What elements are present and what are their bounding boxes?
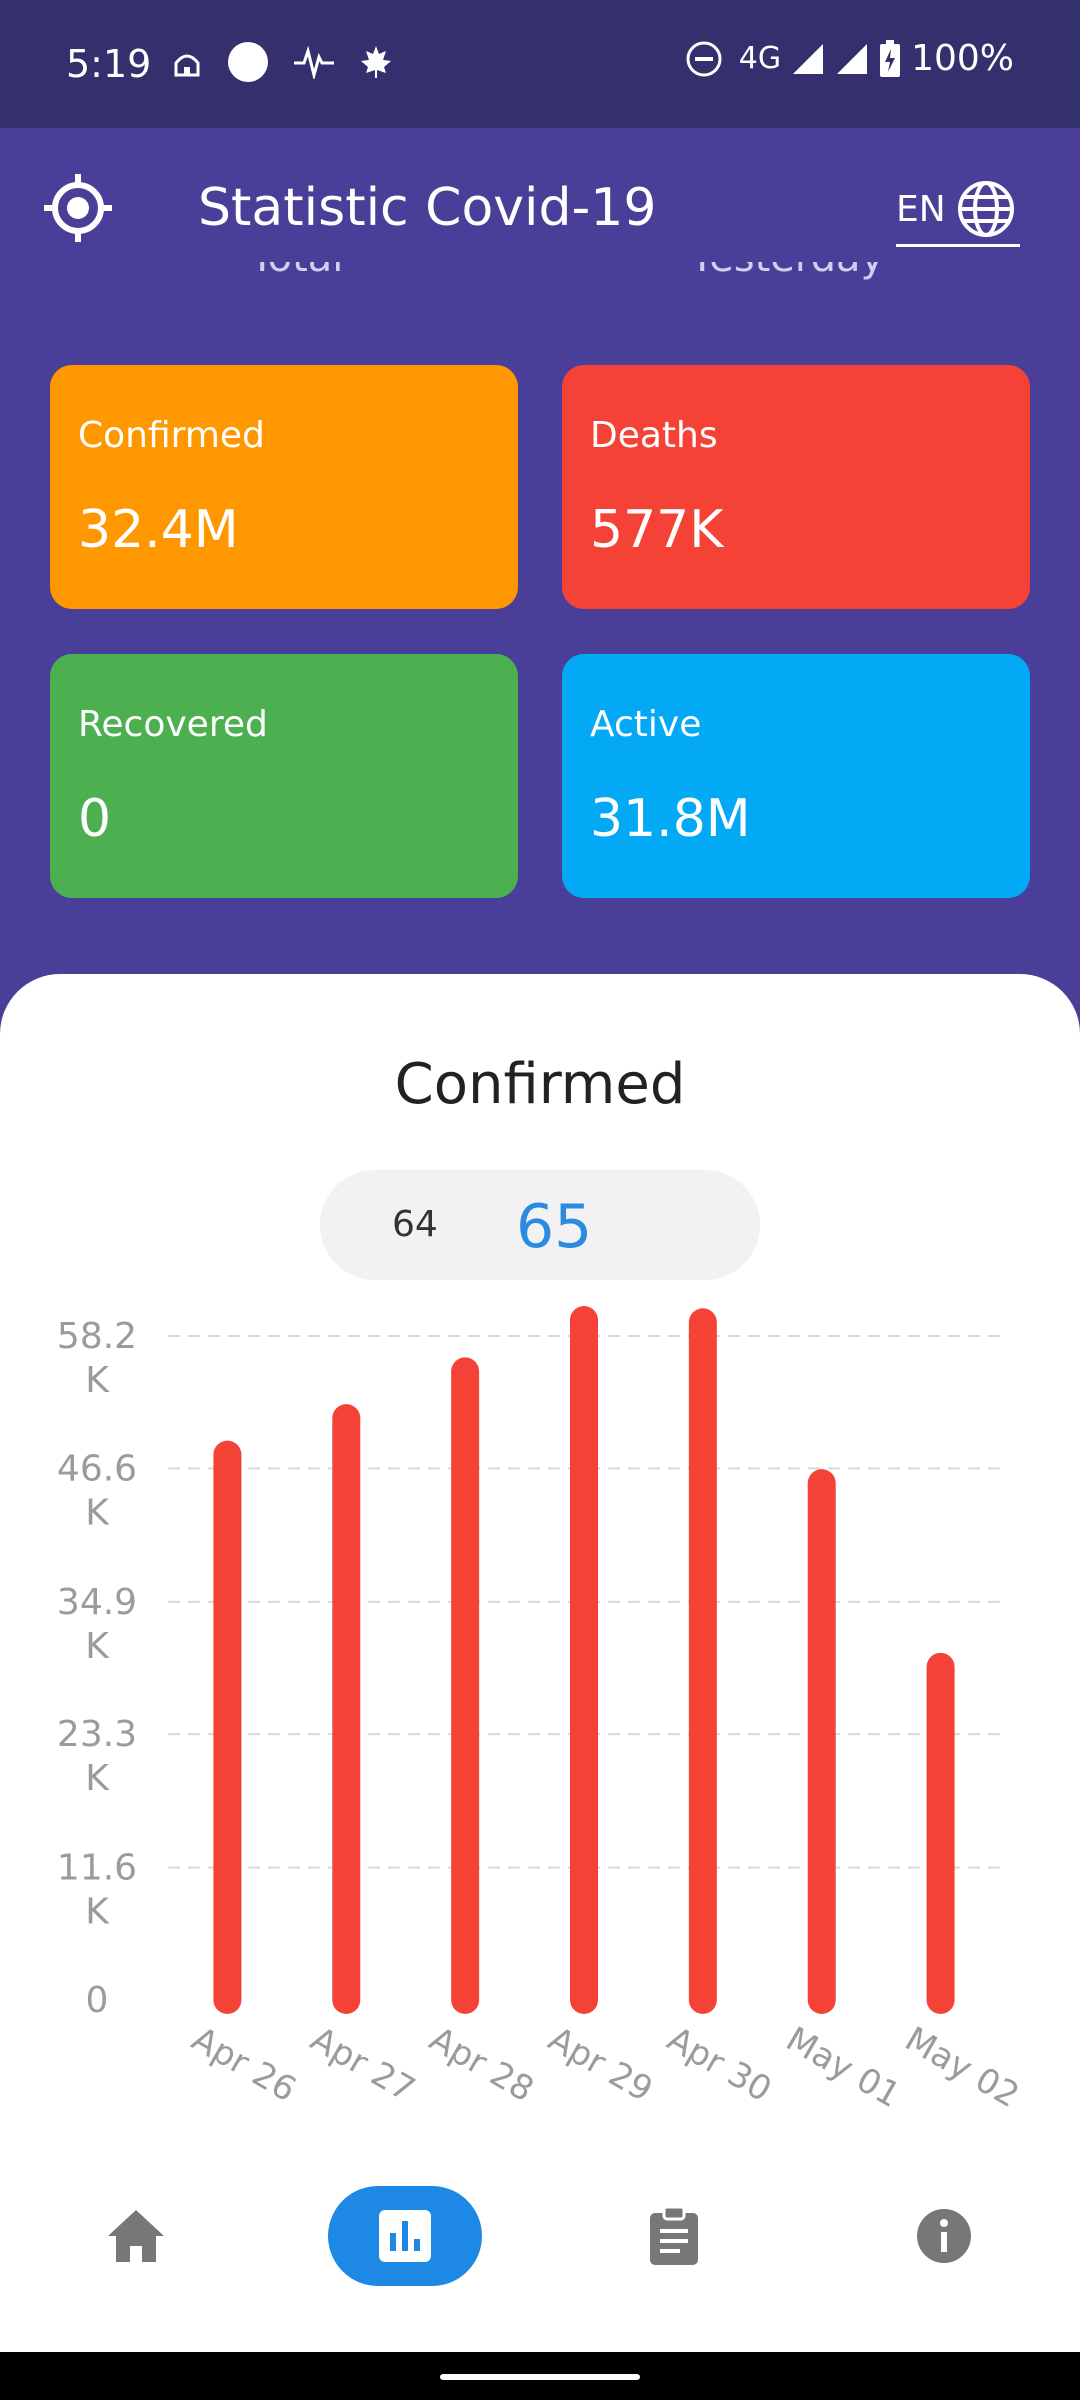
y-tick-label: 23.3 K [57, 1714, 137, 1799]
card-value: 31.8M [590, 789, 751, 849]
app-bar: Statistic Covid-19 EN [0, 128, 1080, 288]
tab-yesterday[interactable]: Yesterday [690, 262, 884, 284]
battery-charging-icon [880, 39, 901, 77]
tab-yesterday-label: Yesterday [690, 262, 884, 281]
x-tick-label: May 02 [898, 2019, 1026, 2116]
card-value: 32.4M [78, 500, 239, 560]
x-tick-label: Apr 26 [185, 2019, 303, 2110]
system-icons: 4G 100% [685, 38, 1014, 79]
nav-reports[interactable] [634, 2186, 714, 2286]
locate-button[interactable] [40, 170, 116, 246]
language-selector[interactable]: EN [896, 174, 1020, 247]
x-tick-label: Apr 28 [423, 2019, 541, 2110]
page-previous[interactable]: 64 [392, 1204, 438, 1245]
pulse-icon [294, 45, 334, 79]
bottom-navigation [0, 2140, 1080, 2350]
y-tick-label: 34.9 K [57, 1582, 137, 1667]
card-label: Active [590, 704, 702, 745]
home-icon [108, 2210, 164, 2262]
card-label: Deaths [590, 415, 718, 456]
do-not-disturb-icon [686, 41, 722, 76]
nav-info[interactable] [904, 2186, 984, 2286]
mosque-icon [174, 54, 200, 77]
tab-total-label: Total [250, 262, 343, 281]
x-tick-label: Apr 29 [542, 2019, 660, 2110]
signal-icon [837, 43, 868, 74]
nav-statistics[interactable] [328, 2186, 482, 2286]
language-label: EN [896, 188, 946, 230]
battery-level: 100% [911, 38, 1014, 79]
page-title: Statistic Covid-19 [198, 178, 657, 238]
status-bar: 5:19 4G 100% [0, 0, 1080, 128]
gesture-handle[interactable] [440, 2374, 640, 2380]
notification-icons [170, 40, 394, 84]
bar-chart: 011.6 K23.3 K34.9 K46.6 K58.2 KApr 26 Apr 27 Ap… [57, 1306, 1026, 2116]
circle-icon [228, 42, 268, 82]
status-time: 5:19 [66, 42, 152, 86]
signal-icon [793, 43, 824, 74]
x-tick-label: Apr 30 [660, 2019, 778, 2110]
clipboard-icon [650, 2205, 698, 2265]
card-label: Confirmed [78, 415, 265, 456]
chart-title: Confirmed [394, 1052, 686, 1117]
y-tick-label: 46.6 K [57, 1448, 137, 1533]
x-tick-label: May 01 [779, 2019, 907, 2116]
tab-total[interactable]: Total [250, 262, 343, 284]
gps-target-icon [44, 174, 112, 242]
x-tick-label: Apr 27 [304, 2019, 422, 2110]
active-card: Active 31.8M [562, 654, 1030, 898]
y-tick-label: 58.2 K [57, 1316, 137, 1401]
page-selector[interactable]: 64 65 [320, 1170, 760, 1280]
gesture-navigation [0, 2352, 1080, 2400]
confirmed-card: Confirmed 32.4M [50, 365, 518, 609]
card-value: 0 [78, 789, 112, 849]
info-icon [917, 2209, 971, 2263]
nav-home[interactable] [96, 2186, 176, 2286]
globe-icon [957, 181, 1014, 237]
card-label: Recovered [78, 704, 268, 745]
maple-leaf-icon [361, 46, 391, 78]
y-tick-label: 11.6 K [57, 1848, 137, 1933]
recovered-card: Recovered 0 [50, 654, 518, 898]
card-value: 577K [590, 500, 724, 560]
page-current[interactable]: 65 [516, 1192, 592, 1262]
deaths-card: Deaths 577K [562, 365, 1030, 609]
network-type: 4G [738, 41, 782, 76]
y-tick-label: 0 [86, 1980, 109, 2021]
bar-chart-icon [379, 2210, 431, 2262]
